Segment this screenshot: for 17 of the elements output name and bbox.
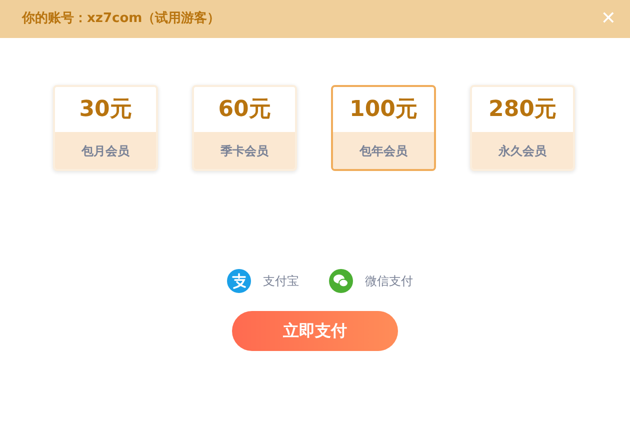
plan-price: 280元 (488, 96, 556, 124)
plan-card[interactable]: 280元 永久会员 (470, 85, 575, 171)
plan-price: 100元 (350, 96, 418, 124)
plan-name: 包年会员 (360, 142, 408, 160)
plan-price: 60元 (218, 96, 271, 124)
chat-bubbles-icon (329, 269, 353, 293)
plan-card[interactable]: 60元 季卡会员 (192, 85, 297, 171)
pay-now-button[interactable]: 立即支付 (232, 311, 398, 351)
payment-option[interactable]: 微信支付 (365, 272, 413, 290)
plan-name: 永久会员 (498, 142, 546, 160)
plan-card[interactable]: 30元 包月会员 (53, 85, 158, 171)
payment-option[interactable]: 支付宝 (263, 272, 299, 290)
plan-price: 30元 (79, 96, 132, 124)
plan-card[interactable]: 100元 包年会员 (331, 85, 436, 171)
plan-name: 季卡会员 (220, 142, 268, 160)
account-label: 你的账号：xz7com（试用游客） (22, 10, 220, 28)
plan-name: 包月会员 (82, 142, 130, 160)
